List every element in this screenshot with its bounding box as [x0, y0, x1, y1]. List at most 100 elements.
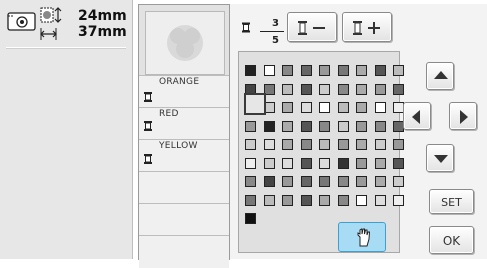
thread-fraction: 3 5: [242, 14, 284, 46]
color-swatch[interactable]: [282, 83, 293, 95]
width-value: 24mm: [78, 8, 127, 24]
color-swatch[interactable]: [337, 65, 349, 76]
color-swatch[interactable]: [319, 194, 330, 206]
up-button[interactable]: [426, 62, 454, 90]
color-swatch[interactable]: [356, 194, 367, 206]
color-swatch[interactable]: [282, 65, 293, 76]
color-swatch[interactable]: [319, 83, 330, 95]
arrow-up-icon: [434, 71, 448, 79]
color-swatch[interactable]: [393, 176, 404, 187]
left-button[interactable]: [403, 102, 431, 130]
color-swatch[interactable]: [374, 102, 386, 113]
spool-icon: [144, 154, 152, 164]
color-swatch[interactable]: [356, 120, 367, 132]
color-swatch[interactable]: [300, 194, 312, 206]
color-swatch[interactable]: [393, 139, 404, 150]
thread-row-empty: [139, 203, 229, 236]
selected-color-cursor: [244, 93, 266, 115]
color-swatch[interactable]: [282, 102, 293, 113]
color-swatch[interactable]: [263, 157, 275, 169]
color-swatch[interactable]: [337, 83, 349, 95]
color-swatch[interactable]: [245, 120, 256, 132]
color-swatch[interactable]: [393, 194, 404, 206]
spool-icon: [144, 92, 152, 102]
color-swatch[interactable]: [374, 83, 386, 95]
color-swatch[interactable]: [337, 120, 349, 132]
color-swatch[interactable]: [263, 176, 275, 187]
color-swatch[interactable]: [319, 157, 330, 169]
color-swatch[interactable]: [319, 120, 330, 132]
spool-icon: [242, 22, 250, 33]
set-button[interactable]: SET: [429, 189, 474, 214]
color-swatch[interactable]: [300, 176, 312, 187]
color-swatch[interactable]: [263, 120, 275, 132]
thread-row-empty: [139, 235, 229, 268]
color-swatch[interactable]: [245, 194, 256, 206]
right-button[interactable]: [449, 102, 477, 130]
color-swatch[interactable]: [337, 194, 349, 206]
next-thread-button[interactable]: [342, 12, 392, 42]
arrow-left-icon: [412, 110, 420, 124]
arrow-right-icon: [460, 110, 468, 124]
color-swatch[interactable]: [319, 65, 330, 76]
color-swatch[interactable]: [300, 83, 312, 95]
color-swatch[interactable]: [337, 102, 349, 113]
thread-row-red[interactable]: RED: [139, 107, 229, 140]
color-swatch[interactable]: [356, 65, 367, 76]
color-swatch[interactable]: [245, 213, 256, 224]
color-swatch[interactable]: [300, 65, 312, 76]
color-swatch[interactable]: [356, 176, 367, 187]
color-swatch[interactable]: [282, 120, 293, 132]
color-swatch[interactable]: [356, 83, 367, 95]
height-value: 37mm: [78, 24, 127, 40]
color-swatch[interactable]: [245, 65, 256, 76]
color-swatch[interactable]: [356, 102, 367, 113]
size-icon: [40, 7, 62, 40]
flower-icon: [167, 25, 203, 61]
color-swatch[interactable]: [374, 157, 386, 169]
color-swatch[interactable]: [245, 157, 256, 169]
ok-label: OK: [442, 234, 461, 248]
thread-name: YELLOW: [159, 141, 198, 151]
color-swatch[interactable]: [300, 139, 312, 150]
hand-button[interactable]: [338, 222, 386, 252]
color-swatch[interactable]: [263, 194, 275, 206]
color-swatch[interactable]: [300, 157, 312, 169]
color-swatch[interactable]: [319, 139, 330, 150]
color-swatch[interactable]: [356, 139, 367, 150]
color-swatch[interactable]: [282, 176, 293, 187]
color-swatch[interactable]: [300, 102, 312, 113]
color-swatch[interactable]: [300, 120, 312, 132]
color-swatch[interactable]: [337, 176, 349, 187]
color-swatch[interactable]: [393, 157, 404, 169]
previous-thread-button[interactable]: [287, 12, 337, 42]
spool-plus-icon: [353, 21, 380, 35]
color-swatch[interactable]: [374, 176, 386, 187]
thread-row-yellow[interactable]: YELLOW: [139, 139, 229, 172]
color-swatch[interactable]: [245, 139, 256, 150]
arrow-down-icon: [434, 155, 448, 163]
color-swatch[interactable]: [374, 139, 386, 150]
thread-name: ORANGE: [159, 77, 200, 87]
color-swatch[interactable]: [282, 194, 293, 206]
ok-button[interactable]: OK: [429, 226, 474, 254]
color-swatch[interactable]: [263, 139, 275, 150]
color-swatch[interactable]: [263, 65, 275, 76]
color-swatch[interactable]: [356, 157, 367, 169]
color-swatch[interactable]: [282, 139, 293, 150]
fraction-bar: [260, 31, 284, 32]
color-swatch[interactable]: [374, 194, 386, 206]
color-swatch[interactable]: [319, 102, 330, 113]
color-swatch[interactable]: [282, 157, 293, 169]
color-swatch[interactable]: [245, 176, 256, 187]
color-swatch[interactable]: [374, 120, 386, 132]
color-swatch[interactable]: [337, 139, 349, 150]
thread-row-orange[interactable]: ORANGE: [139, 75, 229, 108]
color-swatch[interactable]: [337, 157, 349, 169]
color-swatch[interactable]: [393, 83, 404, 95]
color-swatch[interactable]: [374, 65, 386, 76]
down-button[interactable]: [426, 144, 454, 172]
set-label: SET: [441, 196, 462, 209]
color-swatch[interactable]: [319, 176, 330, 187]
color-swatch[interactable]: [393, 65, 404, 76]
